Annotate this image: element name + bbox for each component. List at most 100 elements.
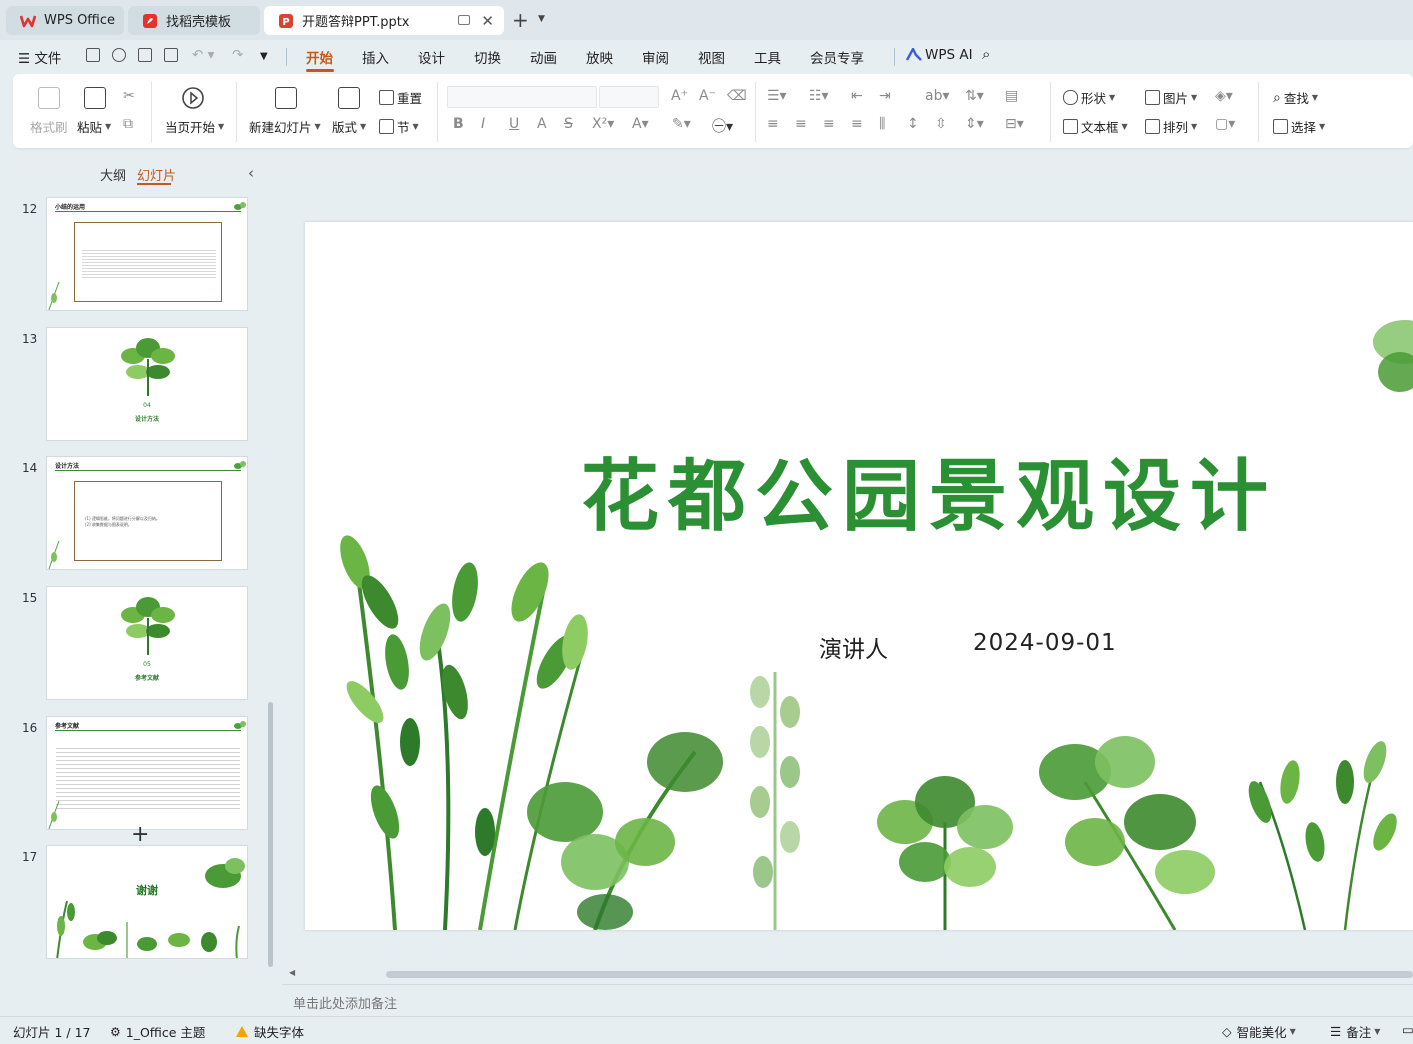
smart-beautify-button[interactable]: ◇ 智能美化 ▼ [1222, 1022, 1296, 1041]
shape-button[interactable]: 形状 ▼ [1063, 88, 1115, 107]
italic-icon[interactable]: I [481, 116, 485, 132]
theme-button[interactable]: ⚙ 1_Office 主题 [110, 1022, 205, 1041]
numbered-list-icon[interactable]: ☷▾ [809, 88, 829, 104]
font-color-icon[interactable]: A▾ [632, 116, 649, 132]
increase-indent-icon[interactable]: ⇥ [879, 88, 891, 104]
tab-tools[interactable]: 工具 [754, 47, 781, 67]
search-icon[interactable]: ⌕ [982, 45, 990, 63]
decrease-font-icon[interactable]: A⁻ [699, 88, 716, 104]
slide-thumbnail-13[interactable]: 04 设计方法 [46, 327, 248, 441]
arrange-button[interactable]: 排列 ▼ [1145, 117, 1197, 136]
decrease-indent-icon[interactable]: ⇤ [851, 88, 863, 104]
paragraph-spacing-icon[interactable]: ⇳ [935, 116, 947, 132]
shadow-icon[interactable]: A [537, 116, 547, 132]
justify-icon[interactable]: ≡ [851, 116, 863, 132]
distribute-icon[interactable]: ⫼ [879, 116, 885, 132]
presenter-label[interactable]: 演讲人 [819, 630, 888, 664]
chevron-down-icon[interactable]: ▼ [260, 51, 268, 62]
notes-pane[interactable]: 单击此处添加备注 [282, 984, 1413, 1016]
missing-fonts-button[interactable]: 缺失字体 [236, 1022, 304, 1041]
save-icon[interactable] [86, 48, 100, 62]
tab-presentation-file[interactable]: P 开题答辩PPT.pptx ✕ [264, 6, 504, 35]
convert-smartart-icon[interactable]: ▤ [1005, 88, 1018, 104]
redo-icon[interactable]: ↷ [232, 47, 243, 63]
tab-animations[interactable]: 动画 [530, 47, 557, 67]
copy-icon[interactable]: ⧉ [123, 116, 133, 132]
window-mode-icon[interactable] [458, 15, 470, 25]
slide-thumbnail-17[interactable]: 谢谢 [46, 845, 248, 959]
underline-icon[interactable]: U [509, 116, 519, 132]
tab-home[interactable]: 开始 [306, 47, 333, 67]
align-center-icon[interactable]: ≡ [795, 116, 807, 132]
column-icon[interactable]: ⊟▾ [1005, 116, 1024, 132]
outline-icon[interactable]: ▢▾ [1215, 116, 1235, 132]
clear-format-icon[interactable]: ⌫ [727, 88, 747, 104]
notes-toggle-button[interactable]: ☰ 备注 ▼ [1330, 1022, 1380, 1041]
format-painter-button[interactable]: 格式刷 [30, 117, 68, 136]
text-spacing-icon[interactable]: ⇕▾ [965, 116, 984, 132]
view-normal-icon[interactable]: ▭ [1402, 1022, 1413, 1037]
chevron-down-icon[interactable]: ▼ [538, 14, 545, 24]
strikethrough-icon[interactable]: S [564, 116, 573, 132]
slide-thumbnail-14[interactable]: 设计方法 (1) 逻辑思维，将问题进行分解以及归纳。 (2) 收集数据与图表说明… [46, 456, 248, 570]
superscript-icon[interactable]: X²▾ [592, 116, 614, 132]
horizontal-scrollbar[interactable] [386, 971, 1413, 978]
new-tab-icon[interactable]: + [512, 8, 529, 32]
current-slide[interactable]: 花都公园景观设计 演讲人 2024-09-01 [305, 222, 1413, 930]
tab-view[interactable]: 视图 [698, 47, 725, 67]
reset-button[interactable]: 重置 [379, 88, 422, 107]
scroll-left-icon[interactable]: ◀ [289, 968, 295, 977]
phonetic-icon[interactable]: ㊀▾ [712, 116, 733, 136]
thumb-body-text [56, 745, 240, 811]
bullet-list-icon[interactable]: ☰▾ [767, 88, 787, 104]
collapse-panel-icon[interactable]: ‹ [248, 164, 254, 182]
cut-icon[interactable]: ✂ [123, 88, 135, 104]
increase-font-icon[interactable]: A⁺ [671, 88, 688, 104]
font-size-select[interactable] [599, 86, 659, 108]
paste-label: 粘贴 [77, 120, 103, 135]
text-direction-icon[interactable]: ab▾ [925, 88, 950, 104]
add-slide-icon[interactable]: + [131, 822, 149, 847]
panel-scrollbar[interactable] [268, 702, 273, 967]
font-family-select[interactable] [447, 86, 597, 108]
fill-icon[interactable]: ◈▾ [1215, 88, 1233, 104]
slide-title[interactable]: 花都公园景观设计 [581, 434, 1277, 546]
tab-slideshow[interactable]: 放映 [586, 47, 613, 67]
bold-icon[interactable]: B [453, 116, 464, 132]
line-spacing-icon[interactable]: ⇅▾ [965, 88, 984, 104]
find-button[interactable]: ⌕ 查找 ▼ [1273, 88, 1318, 107]
file-menu[interactable]: ☰ 文件 [18, 47, 61, 67]
thumb-line: (1) 逻辑思维，将问题进行分解以及归纳。 [85, 516, 160, 521]
slide-thumbnail-12[interactable]: 小结的运用 [46, 197, 248, 311]
tab-wps-office[interactable]: WPS Office [6, 6, 124, 35]
layout-button[interactable]: 版式 ▼ [332, 117, 366, 136]
vertical-align-icon[interactable]: ↕ [907, 116, 919, 132]
select-button[interactable]: 选择 ▼ [1273, 117, 1325, 136]
tab-slides[interactable]: 幻灯片 [137, 165, 176, 184]
tab-insert[interactable]: 插入 [362, 47, 389, 67]
tab-member[interactable]: 会员专享 [810, 47, 864, 67]
print-preview-icon[interactable] [164, 48, 178, 62]
slide-thumbnail-15[interactable]: 05 参考文献 [46, 586, 248, 700]
slide-thumbnail-16[interactable]: 参考文献 [46, 716, 248, 830]
print-icon[interactable] [138, 48, 152, 62]
presentation-date[interactable]: 2024-09-01 [973, 630, 1117, 656]
section-button[interactable]: 节 ▼ [379, 117, 419, 136]
align-right-icon[interactable]: ≡ [823, 116, 835, 132]
align-left-icon[interactable]: ≡ [767, 116, 779, 132]
close-tab-icon[interactable]: ✕ [481, 12, 494, 30]
picture-button[interactable]: 图片 ▼ [1145, 88, 1197, 107]
tab-review[interactable]: 审阅 [642, 47, 669, 67]
highlight-icon[interactable]: ✎▾ [672, 116, 691, 132]
tab-docer-templates[interactable]: 找稻壳模板 [128, 6, 260, 35]
undo-icon[interactable]: ↶ ▾ [192, 47, 214, 63]
export-icon[interactable] [112, 48, 126, 62]
tab-transitions[interactable]: 切换 [474, 47, 501, 67]
wps-ai-button[interactable]: WPS AI [905, 46, 973, 63]
textbox-button[interactable]: 文本框 ▼ [1063, 117, 1128, 136]
paste-button[interactable]: 粘贴 ▼ [77, 117, 111, 136]
new-slide-button[interactable]: 新建幻灯片 ▼ [249, 117, 321, 136]
tab-design[interactable]: 设计 [418, 47, 445, 67]
start-from-current-button[interactable]: 当页开始 ▼ [165, 117, 224, 136]
tab-outline[interactable]: 大纲 [100, 165, 126, 184]
